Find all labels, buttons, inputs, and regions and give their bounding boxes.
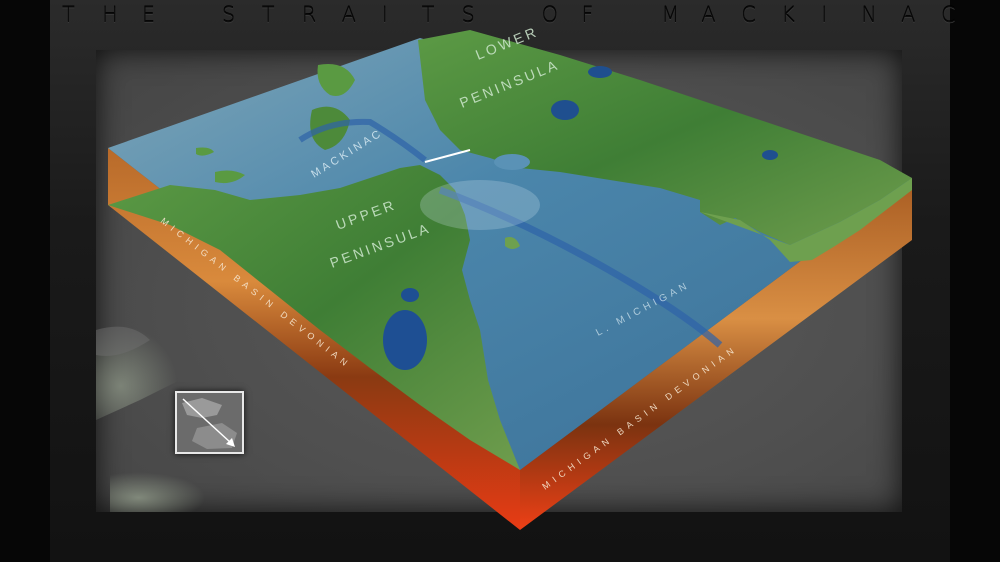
locator-arrow-icon [182,398,237,449]
terrain-block-diagram: LOWER PENINSULA UPPER PENINSULA MACKINAC… [108,23,912,530]
poster: THE STRAITS OF MACKINAC [0,0,1000,562]
locator-inset[interactable] [175,391,244,454]
